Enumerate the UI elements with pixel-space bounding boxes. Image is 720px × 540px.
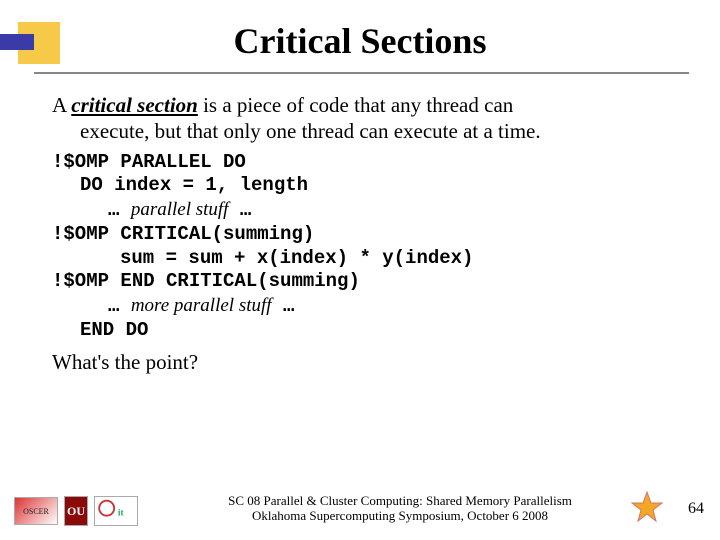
intro-prefix: A — [52, 93, 71, 117]
code-line-1: !$OMP PARALLEL DO — [52, 151, 672, 175]
code-l3-comment: parallel stuff — [131, 199, 229, 220]
code-line-3: … parallel stuff … — [52, 198, 672, 223]
footer: OSCER OU it SC 08 Parallel & Cluster Com… — [0, 482, 720, 530]
intro-rest: is a piece of code that any thread can — [198, 93, 513, 117]
code-line-5: sum = sum + x(index) * y(index) — [52, 247, 672, 271]
code-l7-post: … — [272, 295, 295, 317]
intro-line2: execute, but that only one thread can ex… — [52, 118, 672, 144]
code-line-7: … more parallel stuff … — [52, 294, 672, 319]
code-l7-pre: … — [108, 295, 131, 317]
code-line-6: !$OMP END CRITICAL(summing) — [52, 270, 672, 294]
code-block: !$OMP PARALLEL DO DO index = 1, length …… — [52, 151, 672, 343]
term-critical-section: critical section — [71, 93, 198, 117]
closing-question: What's the point? — [52, 349, 672, 375]
page-number: 64 — [688, 500, 704, 518]
star-logo-icon — [630, 490, 664, 524]
code-line-2: DO index = 1, length — [52, 174, 672, 198]
footer-line2: Oklahoma Supercomputing Symposium, Octob… — [200, 508, 600, 524]
content-area: A critical section is a piece of code th… — [52, 92, 672, 375]
it-logo-icon: it — [94, 496, 138, 526]
footer-text: SC 08 Parallel & Cluster Computing: Shar… — [200, 493, 600, 524]
ou-logo-icon: OU — [64, 496, 88, 526]
footer-logos: OSCER OU it — [14, 496, 138, 526]
code-l7-comment: more parallel stuff — [131, 295, 272, 316]
it-text: it — [118, 509, 125, 519]
code-line-8: END DO — [52, 319, 672, 343]
slide-title: Critical Sections — [0, 20, 720, 62]
footer-line1: SC 08 Parallel & Cluster Computing: Shar… — [200, 493, 600, 509]
code-l3-pre: … — [108, 199, 131, 221]
title-underline — [34, 72, 689, 74]
intro-paragraph: A critical section is a piece of code th… — [52, 92, 672, 145]
oscer-logo-icon: OSCER — [14, 497, 58, 525]
code-line-4: !$OMP CRITICAL(summing) — [52, 223, 672, 247]
code-l3-post: … — [228, 199, 251, 221]
